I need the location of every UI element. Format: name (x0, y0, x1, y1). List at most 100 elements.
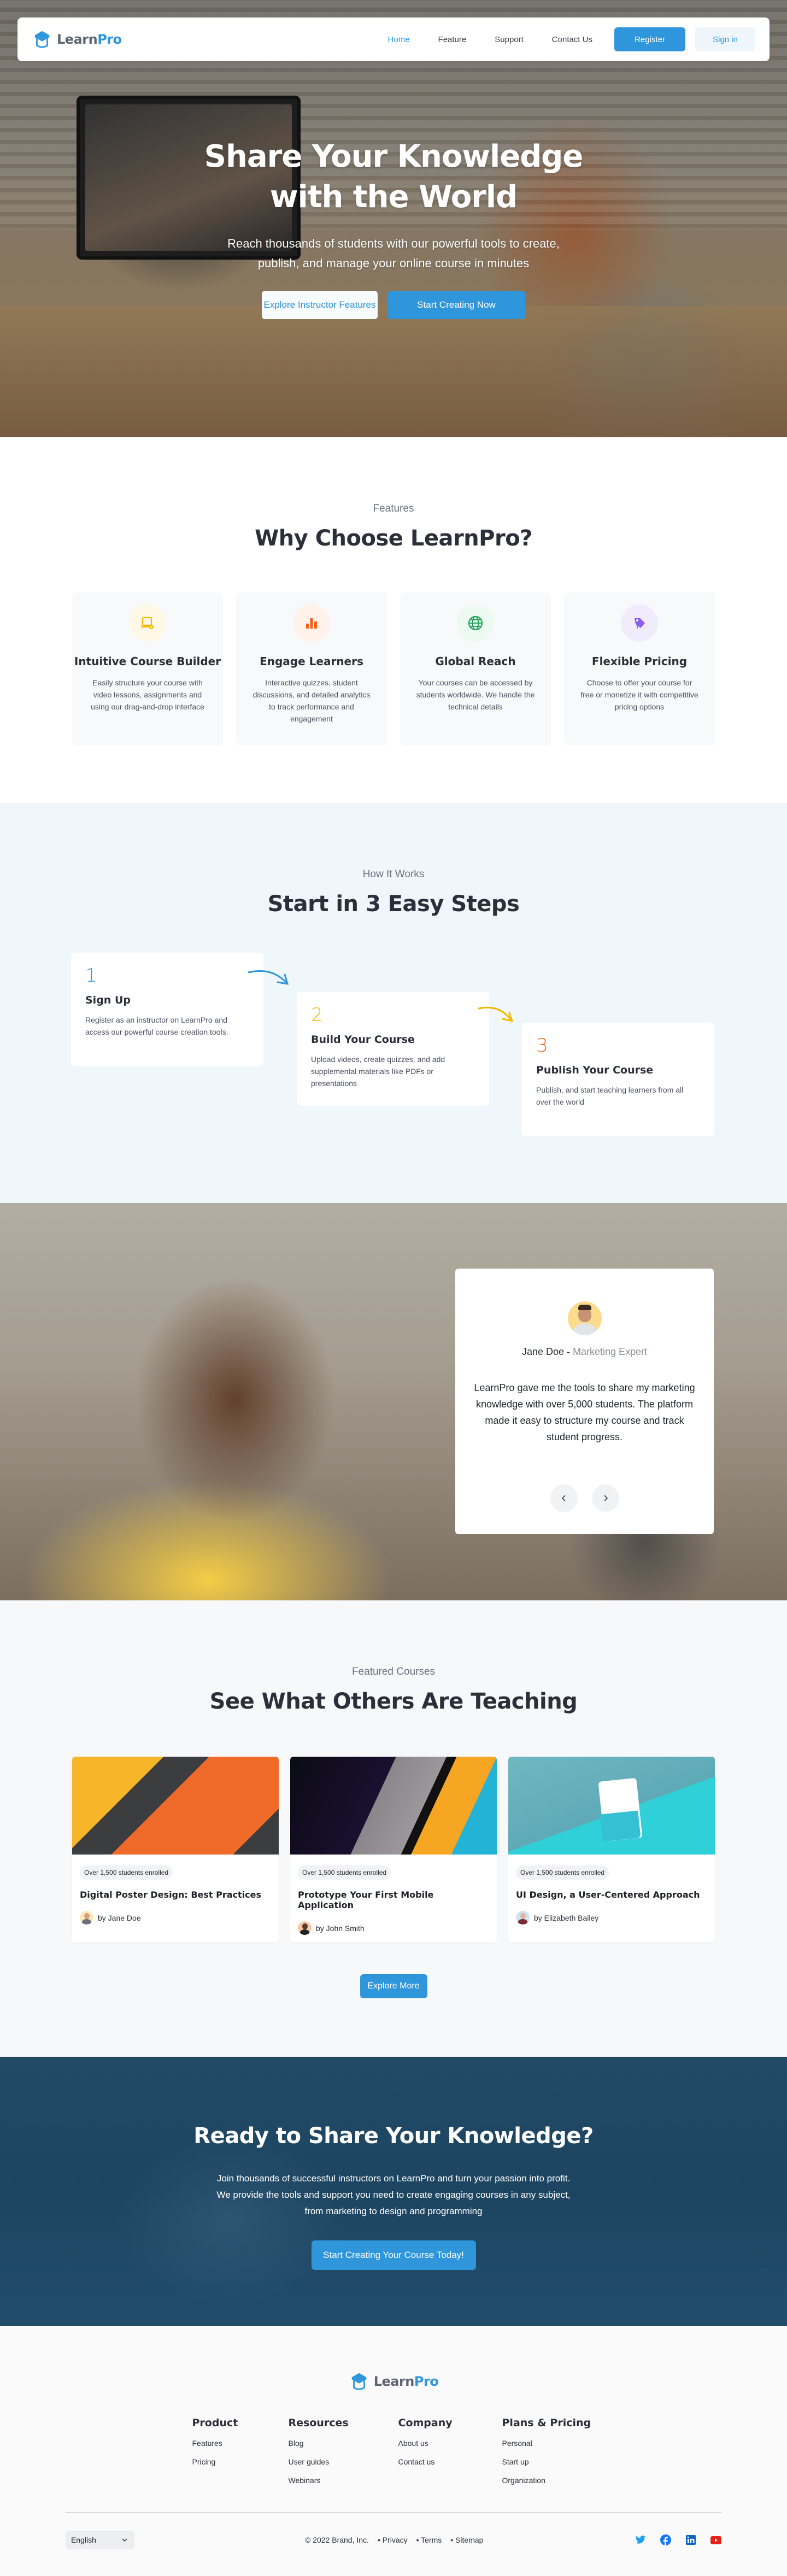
footer-link[interactable]: About us (398, 2439, 502, 2448)
logo[interactable]: LearnPro (32, 29, 122, 50)
footer-divider (66, 2512, 721, 2513)
step-description: Upload videos, create quizzes, and add s… (311, 1055, 445, 1088)
previous-testimonial-button[interactable] (550, 1484, 578, 1512)
chevron-right-icon (603, 1495, 608, 1501)
facebook-link[interactable] (660, 2534, 671, 2545)
twitter-link[interactable] (635, 2534, 646, 2545)
graduation-cap-icon (351, 2373, 366, 2390)
chevron-down-icon (122, 2538, 127, 2542)
nav-link-feature[interactable]: Feature (438, 35, 467, 44)
cta-title: Ready to Share Your Knowledge? (193, 2123, 594, 2149)
course-title: Prototype Your First Mobile Application (298, 1890, 434, 1910)
step-description: Publish, and start teaching learners fro… (536, 1085, 684, 1106)
footer-link[interactable]: Blog (289, 2439, 398, 2448)
facebook-icon (660, 2534, 671, 2545)
explore-more-button[interactable]: Explore More (360, 1974, 427, 1998)
course-thumbnail (72, 1757, 279, 1855)
course-title: Digital Poster Design: Best Practices (80, 1890, 262, 1900)
sitemap-link[interactable]: • Sitemap (450, 2536, 483, 2544)
testimonial-role: Marketing Expert (573, 1346, 648, 1357)
bar-chart-icon (306, 618, 317, 629)
footer-column-resources: Resources Blog User guides Webinars (289, 2417, 398, 2485)
footer-link[interactable]: Features (192, 2439, 289, 2448)
how-title: Start in 3 Easy Steps (267, 891, 520, 917)
sign-in-button[interactable]: Sign in (695, 27, 755, 51)
footer-link[interactable]: Webinars (289, 2476, 398, 2485)
testimonial-section: Jane Doe - Marketing Expert LearnPro gav… (0, 1203, 787, 1600)
logo-text-learn: Learn (57, 32, 98, 47)
feature-card: Engage Learners Interactive quizzes, stu… (236, 592, 387, 746)
course-author: by John Smith (316, 1923, 365, 1933)
feature-description: Interactive quizzes, student discussions… (252, 678, 371, 723)
youtube-link[interactable] (710, 2534, 721, 2545)
testimonial-author: Jane Doe - Marketing Expert (521, 1346, 648, 1357)
footer-link[interactable]: Personal (502, 2439, 595, 2448)
legal-links: © 2022 Brand, Inc. • Privacy • Terms • S… (305, 2536, 483, 2544)
footer-column-plans-pricing: Plans & Pricing Personal Start up Organi… (502, 2417, 595, 2485)
hero-section: LearnPro Home Feature Support Contact Us… (0, 0, 787, 437)
linkedin-link[interactable] (685, 2534, 696, 2545)
step-title: Sign Up (85, 994, 131, 1006)
course-card[interactable]: Over 1,500 students enrolled UI Design, … (508, 1757, 715, 1943)
feature-card: Global Reach Your courses can be accesse… (400, 592, 551, 746)
feature-description: Choose to offer your course for free or … (580, 678, 698, 711)
footer-link[interactable]: Organization (502, 2476, 595, 2485)
course-thumbnail (508, 1757, 715, 1855)
how-it-works-section: How It Works Start in 3 Easy Steps 1 Sig… (0, 803, 787, 1203)
course-card[interactable]: Over 1,500 students enrolled Prototype Y… (290, 1757, 497, 1943)
register-button[interactable]: Register (614, 27, 685, 51)
course-thumbnail (290, 1757, 497, 1855)
avatar (516, 1911, 530, 1924)
course-card[interactable]: Over 1,500 students enrolled Digital Pos… (72, 1757, 279, 1943)
avatar (567, 1301, 602, 1335)
nav-links: Home Feature Support Contact Us Register… (374, 27, 755, 51)
course-author: by Jane Doe (98, 1913, 141, 1922)
features-eyebrow: Features (373, 503, 414, 514)
twitter-icon (635, 2535, 646, 2544)
chevron-left-icon (561, 1495, 566, 1501)
social-links (635, 2534, 721, 2545)
feature-title: Intuitive Course Builder (74, 655, 221, 668)
terms-link[interactable]: • Terms (416, 2536, 442, 2544)
footer-link[interactable]: Start up (502, 2457, 595, 2466)
footer-link[interactable]: Contact us (398, 2457, 502, 2466)
cta-text: Join thousands of successful instructors… (216, 2173, 571, 2216)
explore-instructor-features-button[interactable]: Explore Instructor Features (262, 291, 378, 319)
feature-title: Global Reach (435, 655, 516, 668)
start-creating-course-button[interactable]: Start Creating Your Course Today! (311, 2240, 476, 2270)
start-creating-now-button[interactable]: Start Creating Now (387, 291, 525, 319)
step-card-2: 2 Build Your Course Upload videos, creat… (297, 992, 489, 1106)
nav-link-support[interactable]: Support (495, 35, 524, 44)
feature-title: Flexible Pricing (591, 655, 688, 668)
feature-description: Easily structure your course with video … (91, 678, 204, 711)
enrolled-badge: Over 1,500 students enrolled (298, 1865, 391, 1880)
footer: LearnPro Product Features Pricing Resour… (0, 2326, 787, 2576)
step-card-1: 1 Sign Up Register as an instructor on L… (71, 953, 263, 1066)
courses-title: See What Others Are Teaching (209, 1689, 578, 1714)
footer-logo[interactable]: LearnPro (0, 2371, 787, 2392)
nav-link-home[interactable]: Home (388, 35, 410, 44)
footer-link[interactable]: User guides (289, 2457, 398, 2466)
logo-text-pro: Pro (97, 32, 122, 47)
course-title: UI Design, a User-Centered Approach (516, 1890, 700, 1900)
curved-arrow-icon (248, 970, 289, 985)
footer-link[interactable]: Pricing (192, 2457, 289, 2466)
price-tag-icon (635, 618, 645, 629)
features-section: Features Why Choose LearnPro? Intuitive … (0, 437, 787, 803)
footer-column-product: Product Features Pricing (192, 2417, 289, 2485)
graduation-cap-icon (34, 31, 50, 48)
step-title: Publish Your Course (536, 1064, 654, 1076)
next-testimonial-button[interactable] (591, 1484, 619, 1512)
enrolled-badge: Over 1,500 students enrolled (516, 1865, 609, 1880)
testimonial-quote: LearnPro gave me the tools to share my m… (474, 1382, 695, 1442)
language-select[interactable]: English (66, 2531, 134, 2549)
features-title: Why Choose LearnPro? (255, 526, 532, 551)
step-number: 2 (311, 1004, 323, 1026)
curved-arrow-icon (478, 1006, 514, 1023)
privacy-link[interactable]: • Privacy (378, 2536, 408, 2544)
laptop-gear-icon (141, 617, 154, 629)
nav-link-contact-us[interactable]: Contact Us (552, 35, 592, 44)
featured-courses-section: Featured Courses See What Others Are Tea… (0, 1600, 787, 2057)
step-title: Build Your Course (311, 1034, 415, 1046)
avatar (80, 1911, 93, 1924)
